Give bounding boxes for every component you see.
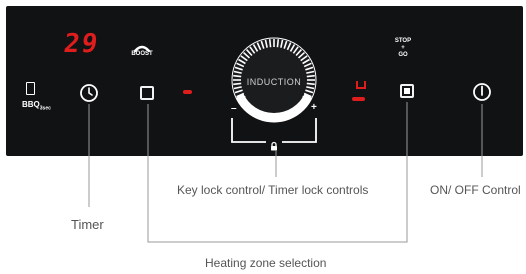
timer-caption: Timer [71, 217, 104, 232]
heating-zone-caption: Heating zone selection [205, 256, 327, 270]
on-off-caption: ON/ OFF Control [430, 183, 521, 197]
key-lock-caption: Key lock control/ Timer lock controls [177, 183, 369, 197]
callout-lines [88, 102, 483, 243]
